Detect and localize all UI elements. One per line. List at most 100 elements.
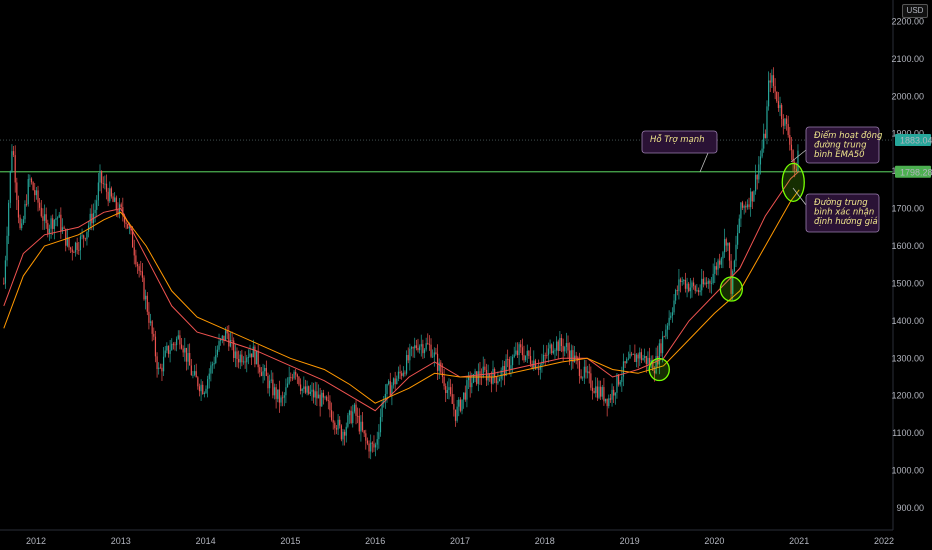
- support-price-label: 1798.28: [900, 167, 932, 177]
- candle-body: [617, 374, 620, 385]
- candle-body: [40, 207, 42, 217]
- y-tick-label: 900.00: [896, 503, 924, 513]
- candle-body: [538, 368, 540, 370]
- candle-body: [11, 151, 13, 172]
- y-tick-label: 1300.00: [891, 353, 924, 363]
- candle-body: [309, 391, 311, 394]
- candle-body: [727, 242, 729, 246]
- y-tick-label: 1100.00: [892, 428, 924, 438]
- candle-body: [518, 344, 520, 356]
- candle-body: [239, 354, 241, 363]
- candle-body: [430, 344, 432, 357]
- candle-body: [684, 279, 687, 289]
- candle-body: [709, 280, 711, 284]
- candle-body: [785, 118, 788, 124]
- candle-body: [683, 279, 685, 281]
- candle-body: [388, 381, 390, 385]
- candle-body: [662, 336, 664, 354]
- candle-body: [743, 206, 745, 208]
- candle-body: [419, 346, 421, 351]
- candle-body: [567, 343, 569, 351]
- candle-body: [145, 295, 147, 300]
- candle-body: [591, 387, 594, 392]
- candle-body: [317, 394, 320, 399]
- candle-body: [264, 367, 266, 372]
- x-tick-label: 2015: [280, 536, 300, 546]
- candle-body: [334, 422, 336, 429]
- candle-body: [228, 333, 230, 347]
- candle-body: [701, 278, 703, 291]
- candle-body: [609, 398, 612, 400]
- candle-body: [355, 404, 357, 416]
- candle-body: [443, 376, 445, 387]
- candle-body: [283, 395, 285, 398]
- candle-body: [511, 356, 514, 366]
- candle-body: [60, 214, 62, 232]
- candle-body: [688, 283, 690, 292]
- price-chart[interactable]: Hỗ Trợ mạnh Điểm hoạt độngđường trungbình…: [0, 0, 932, 550]
- candle-body: [270, 379, 272, 381]
- candle-body: [409, 348, 411, 361]
- candle-body: [161, 367, 163, 372]
- candle-body: [203, 392, 205, 394]
- candle-body: [712, 273, 714, 284]
- candle-body: [539, 365, 541, 370]
- candle-body: [569, 350, 571, 361]
- candle-body: [378, 432, 380, 440]
- candle-body: [733, 260, 735, 272]
- candle-body: [632, 354, 634, 355]
- candle-body: [510, 365, 512, 370]
- candle-body: [280, 397, 282, 403]
- candle-body: [694, 285, 696, 291]
- candle-body: [738, 218, 740, 234]
- candle-body: [267, 375, 269, 389]
- candle-body: [456, 406, 458, 421]
- candle-body: [423, 349, 426, 354]
- candle-body: [242, 361, 245, 363]
- candle-body: [184, 347, 186, 353]
- candle-body: [529, 356, 532, 365]
- candle-body: [508, 359, 510, 370]
- candle-body: [458, 399, 460, 407]
- candle-body: [156, 356, 158, 370]
- candle-body: [273, 387, 276, 396]
- candle-body: [707, 280, 709, 284]
- candle-body: [8, 202, 10, 236]
- candle-body: [463, 392, 465, 400]
- candle-body: [678, 279, 680, 292]
- candle-body: [299, 384, 302, 391]
- candle-body: [781, 105, 783, 120]
- candle-body: [14, 155, 16, 183]
- candle-body: [735, 244, 737, 261]
- candle-body: [140, 270, 142, 272]
- candle-body: [326, 396, 328, 401]
- candle-body: [673, 300, 675, 313]
- candle-body: [52, 218, 54, 229]
- candle-body: [345, 426, 347, 436]
- candle-body: [215, 354, 217, 364]
- candle-body: [76, 242, 78, 250]
- candle-body: [710, 283, 713, 284]
- candle-body: [396, 378, 398, 385]
- candle-body: [109, 188, 111, 202]
- candle-body: [56, 217, 59, 219]
- candle-body: [303, 386, 305, 389]
- candle-body: [70, 247, 72, 250]
- currency-badge[interactable]: USD: [902, 4, 928, 18]
- candle-body: [55, 218, 57, 220]
- candle-body: [635, 354, 638, 363]
- candle-body: [321, 392, 323, 407]
- candle-body: [624, 361, 626, 364]
- candle-body: [560, 337, 563, 347]
- candle-body: [436, 353, 439, 371]
- candle-body: [604, 398, 607, 402]
- candle-body: [557, 341, 559, 351]
- candle-body: [648, 357, 651, 365]
- candle-body: [146, 295, 148, 312]
- candle-body: [110, 188, 113, 197]
- candle-body: [565, 343, 567, 347]
- candle-body: [58, 214, 60, 218]
- candle-body: [763, 133, 765, 149]
- candle-body: [295, 371, 297, 375]
- candle-body: [213, 363, 215, 365]
